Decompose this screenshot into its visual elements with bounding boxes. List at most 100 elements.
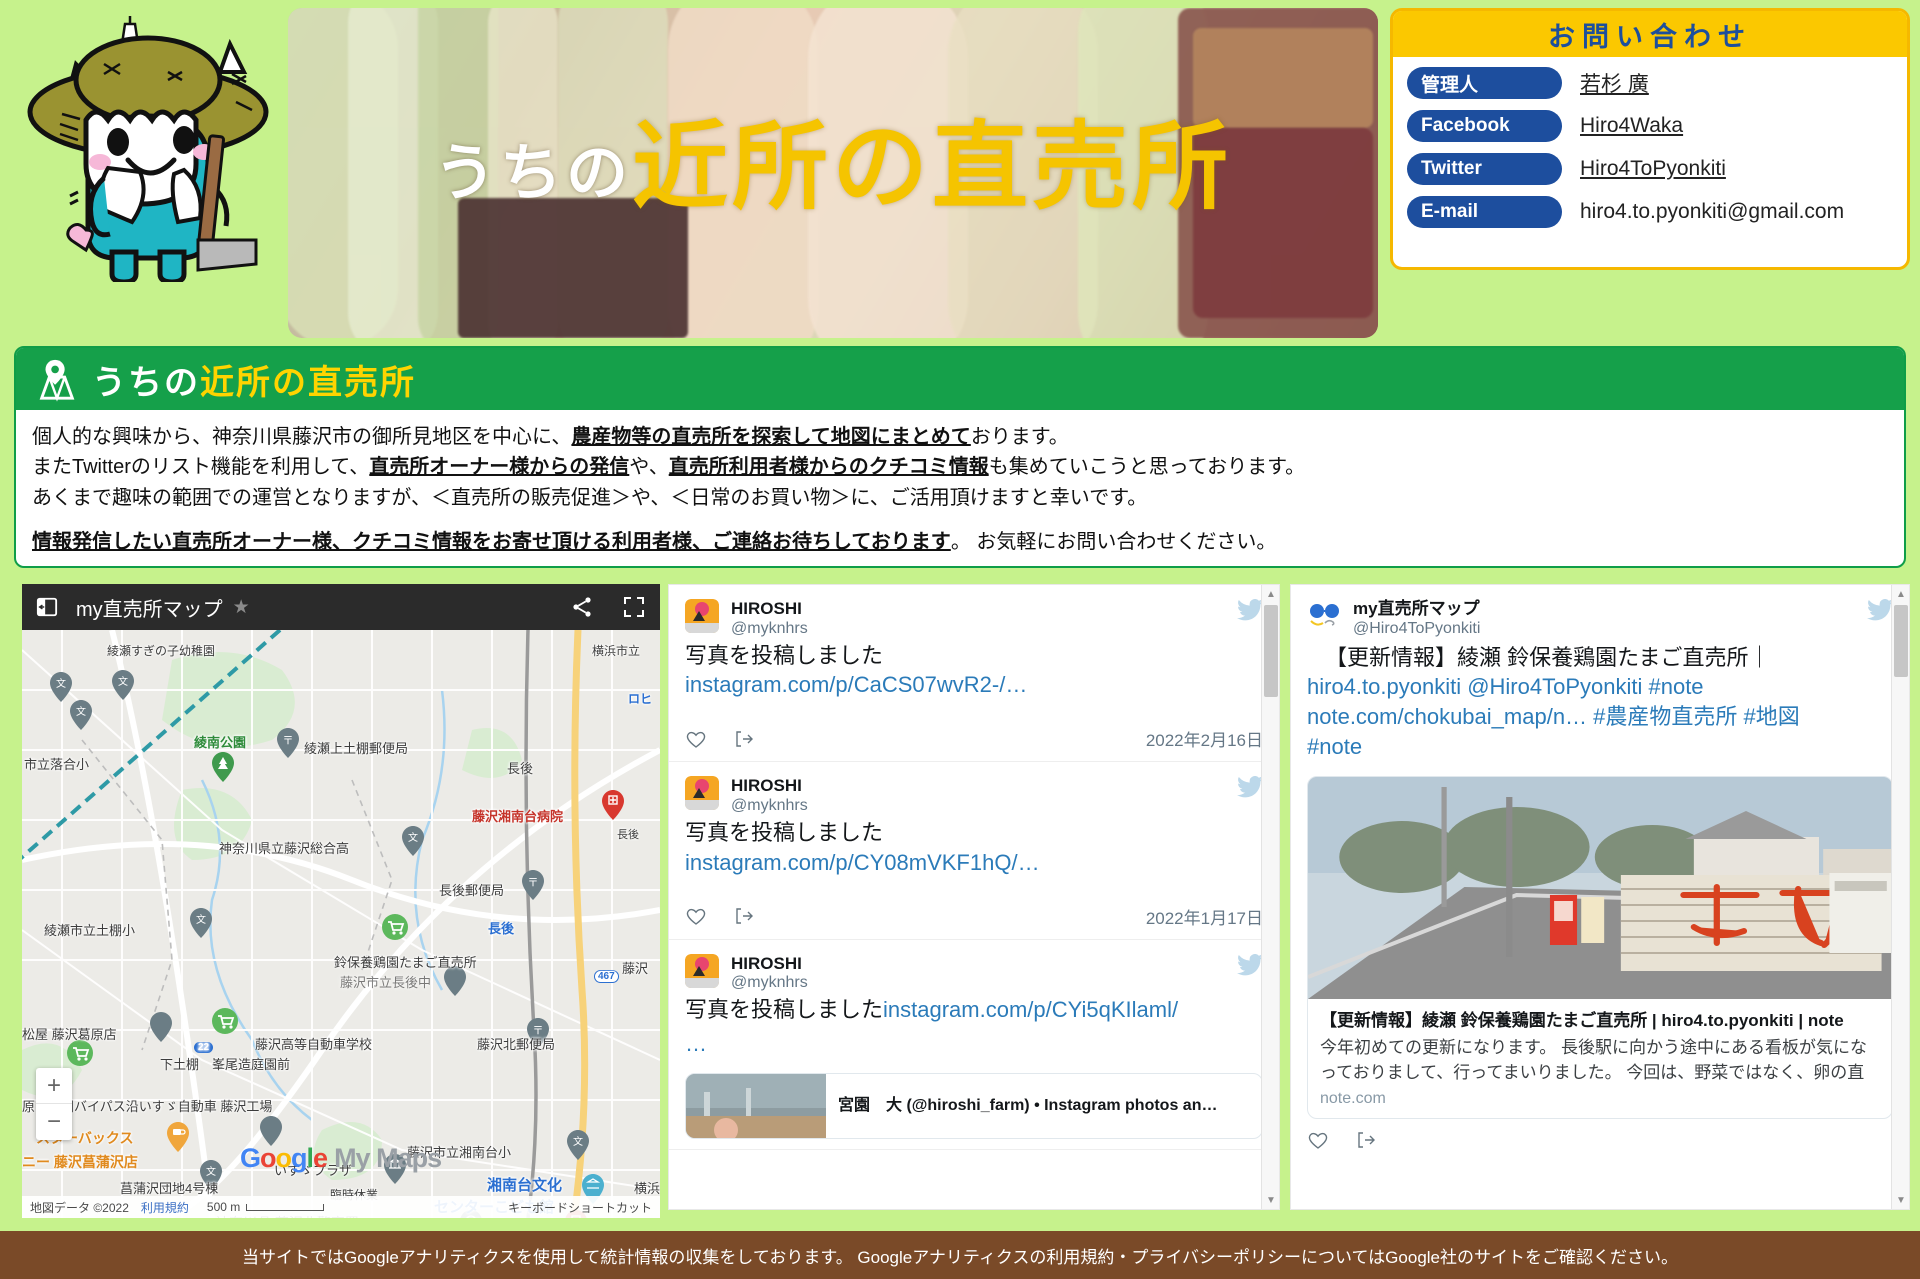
map-label-route-22: 22 (194, 1042, 214, 1053)
map-pin-hospital[interactable] (602, 790, 624, 820)
scroll-down-arrow[interactable]: ▼ (1262, 1191, 1279, 1209)
map-pin[interactable] (260, 1116, 282, 1146)
avatar[interactable] (685, 953, 719, 988)
tweet-item[interactable]: HIROSHI @myknhrs 写真を投稿しました instagram.com… (669, 585, 1279, 763)
feed-left-scrollbar[interactable]: ▲ ▼ (1261, 585, 1279, 1209)
avatar[interactable] (685, 776, 719, 811)
tweet-line-3[interactable]: note.com/chokubai_map/n… #農産物直売所 #地図 (1307, 702, 1893, 732)
share-arrow-icon[interactable] (1355, 1129, 1377, 1151)
map-title[interactable]: my直売所マップ (76, 593, 223, 622)
map-terms-link[interactable]: 利用規約 (141, 1199, 189, 1216)
contact-value-facebook[interactable]: Hiro4Waka (1580, 114, 1683, 138)
map-label: 市立落合小 (24, 757, 90, 772)
tweet-handle[interactable]: @Hiro4ToPyonkiti (1353, 619, 1867, 639)
keyboard-shortcuts-link[interactable]: キーボードショートカット (508, 1199, 652, 1216)
fullscreen-icon[interactable] (622, 595, 646, 619)
map-pin[interactable]: 文 (190, 908, 212, 938)
banner-title-white: うちの (433, 139, 632, 208)
tweet-link[interactable]: instagram.com/p/CYi5qKIlaml/ (883, 997, 1178, 1022)
contact-value-admin[interactable]: 若杉 廣 (1580, 68, 1649, 98)
page-footer: 当サイトではGoogleアナリティクスを使用して統計情報の収集をしております。 … (0, 1231, 1920, 1279)
intro-line2-b: や、 (629, 456, 669, 479)
tweet-item[interactable]: HIROSHI @myknhrs 写真を投稿しました instagram.com… (669, 762, 1279, 940)
twitter-bird-icon[interactable] (1867, 599, 1893, 621)
tweet-date[interactable]: 2022年2月16日 (1146, 726, 1263, 751)
scrollbar-thumb[interactable] (1894, 605, 1908, 677)
feed-right-scrollbar[interactable]: ▲ ▼ (1891, 585, 1909, 1209)
heart-icon[interactable] (685, 728, 707, 750)
map-pin[interactable]: 文 (50, 672, 72, 702)
tweet-handle[interactable]: @myknhrs (731, 619, 1237, 639)
scroll-up-arrow[interactable]: ▲ (1892, 585, 1909, 603)
contact-value-twitter[interactable]: Hiro4ToPyonkiti (1580, 157, 1726, 181)
twitter-feed-left[interactable]: HIROSHI @myknhrs 写真を投稿しました instagram.com… (668, 584, 1280, 1210)
map-label: 藤沢市立長後中 (340, 975, 432, 990)
map-pin-cafe[interactable] (167, 1122, 189, 1152)
tweet-link-card[interactable]: 宮園 大 (@hiroshi_farm) • Instagram photos … (685, 1073, 1263, 1140)
contact-value-email[interactable]: hiro4.to.pyonkiti@gmail.com (1580, 200, 1844, 224)
share-icon[interactable] (570, 595, 594, 619)
heart-icon[interactable] (1307, 1129, 1329, 1151)
tweet-actions: 2022年1月17日 (685, 904, 1263, 929)
scroll-up-arrow[interactable]: ▲ (1262, 585, 1279, 603)
tweet-link-card[interactable]: 【更新情報】綾瀬 鈴保養鶏園たまご直売所 | hiro4.to.pyonkiti… (1307, 776, 1893, 1120)
tweet-display-name[interactable]: HIROSHI (731, 599, 1237, 619)
contact-key-facebook: Facebook (1407, 110, 1562, 142)
map-pin-post[interactable]: 〒 (277, 728, 299, 758)
tweet-item[interactable]: HIROSHI @myknhrs 写真を投稿しましたinstagram.com/… (669, 940, 1279, 1151)
tweet-line-1: 【更新情報】綾瀬 鈴保養鶏園たまご直売所｜ (1325, 644, 1771, 670)
map-pin[interactable] (150, 1012, 172, 1042)
tweet-date[interactable]: 2022年1月17日 (1146, 904, 1263, 929)
map-pin[interactable]: 文 (567, 1130, 589, 1160)
expand-sidebar-icon[interactable] (36, 596, 58, 618)
map-pin[interactable]: 文 (112, 670, 134, 700)
twitter-feed-right[interactable]: my直売所マップ @Hiro4ToPyonkiti 【更新情報】綾瀬 鈴保養鶏園… (1290, 584, 1910, 1210)
twitter-bird-icon[interactable] (1237, 599, 1263, 621)
map-pin-store[interactable] (212, 1008, 238, 1038)
map-pin[interactable]: 文 (402, 826, 424, 856)
card-domain: note.com (1320, 1090, 1386, 1108)
map-pin-park[interactable] (212, 752, 234, 782)
tweet-display-name[interactable]: HIROSHI (731, 776, 1237, 796)
map-canvas[interactable]: 文 文 文 〒 文 〒 文 〒 文 文 綾瀬すぎの子幼稚園 横浜市立 ロヒ 綾南… (22, 630, 660, 1218)
heart-icon[interactable] (685, 905, 707, 927)
tweet-header: my直売所マップ @Hiro4ToPyonkiti (1307, 599, 1893, 639)
avatar[interactable] (1307, 599, 1341, 633)
svg-text:文: 文 (76, 705, 86, 718)
tweet-link[interactable]: instagram.com/p/CaCS07wvR2-/… (685, 672, 1027, 697)
twitter-bird-icon[interactable] (1237, 776, 1263, 798)
map-zoom-controls[interactable]: + − (36, 1068, 72, 1140)
avatar[interactable] (685, 599, 719, 633)
tweet-display-name[interactable]: my直売所マップ (1353, 599, 1867, 619)
map-pin-post[interactable]: 〒 (522, 870, 544, 900)
footer-analytics-notice: 当サイトではGoogleアナリティクスを使用して統計情報の収集をしております。 … (241, 1247, 1678, 1267)
map-label: 綾瀬上土棚郵便局 (304, 741, 409, 756)
tweet-item[interactable]: my直売所マップ @Hiro4ToPyonkiti 【更新情報】綾瀬 鈴保養鶏園… (1291, 585, 1909, 1161)
contact-row-admin: 管理人 若杉 廣 (1407, 67, 1893, 99)
scrollbar-thumb[interactable] (1264, 605, 1278, 697)
twitter-bird-icon[interactable] (1237, 953, 1263, 976)
map-attribution: 地図データ ©2022 (30, 1200, 129, 1215)
tweet-display-name[interactable]: HIROSHI (731, 954, 1237, 974)
google-my-maps-widget[interactable]: my直売所マップ ★ 文 文 文 〒 文 〒 文 〒 文 文 綾瀬すぎの子幼稚園… (22, 584, 660, 1218)
share-arrow-icon[interactable] (733, 905, 755, 927)
map-pin[interactable]: 文 (70, 700, 92, 730)
zoom-out-button[interactable]: − (36, 1104, 72, 1140)
svg-text:文: 文 (206, 1165, 216, 1178)
contact-panel: お問い合わせ 管理人 若杉 廣 Facebook Hiro4Waka Twitt… (1390, 8, 1910, 270)
star-icon[interactable]: ★ (233, 596, 250, 619)
tweet-line-2[interactable]: hiro4.to.pyonkiti @Hiro4ToPyonkiti #note (1307, 672, 1893, 702)
scroll-down-arrow[interactable]: ▼ (1892, 1191, 1909, 1209)
tweet-line-4[interactable]: #note (1307, 732, 1893, 762)
svg-text:文: 文 (56, 677, 66, 690)
tweet-handle[interactable]: @myknhrs (731, 973, 1237, 993)
intro-cta-strong: 情報発信したい直売所オーナー様、クチコミ情報をお寄せ頂ける利用者様、ご連絡お待ち… (32, 531, 951, 554)
share-arrow-icon[interactable] (733, 728, 755, 750)
tweet-link[interactable]: instagram.com/p/CY08mVKF1hQ/… (685, 850, 1040, 875)
map-pin-store[interactable] (382, 914, 408, 944)
intro-line2-strong-2: 直売所利用者様からのクチコミ情報 (668, 456, 989, 479)
map-pin-store[interactable] (67, 1040, 93, 1070)
tweet-handle[interactable]: @myknhrs (731, 796, 1237, 816)
svg-text:文: 文 (118, 675, 128, 688)
zoom-in-button[interactable]: + (36, 1068, 72, 1104)
